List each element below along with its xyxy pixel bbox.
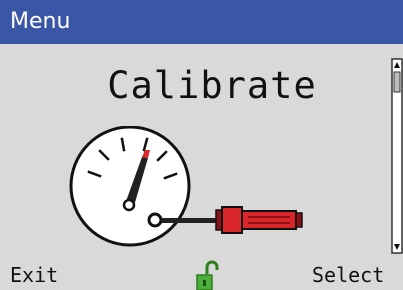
calibrate-gauge-icon xyxy=(69,126,303,247)
menu-title: Menu xyxy=(10,9,71,34)
device-screen: Menu Calibrate Exit Select xyxy=(0,0,403,290)
select-softkey[interactable]: Select xyxy=(312,262,384,288)
exit-softkey[interactable]: Exit xyxy=(10,262,58,288)
title-bar: Menu xyxy=(0,0,403,44)
unlocked-padlock-icon xyxy=(196,260,219,290)
scrollbar[interactable] xyxy=(391,58,403,254)
scrollbar-thumb[interactable] xyxy=(393,71,401,93)
menu-item-title: Calibrate xyxy=(107,64,317,107)
